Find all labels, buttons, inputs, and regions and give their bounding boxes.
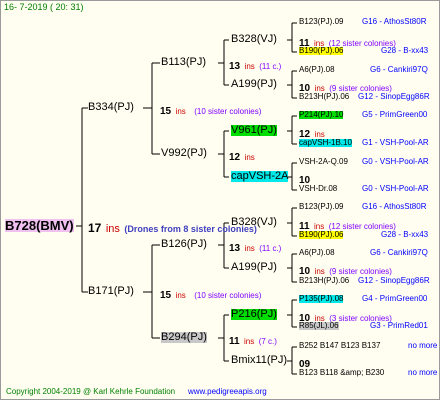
gen4-line-info: G5 - PrimGreen00 — [362, 110, 428, 119]
gen2-ins-word: ins — [244, 153, 255, 162]
root-ins-word: ins — [105, 223, 120, 235]
gen2-sister-note: (7 c.) — [258, 337, 277, 346]
gen3-queen-label[interactable]: V961(PJ) — [231, 125, 277, 136]
gen1-ins-word: ins — [175, 291, 186, 300]
gen2-ins-word: ins — [244, 62, 255, 71]
gen4-line-info: no more — [408, 341, 438, 350]
gen2-ins: 13 ins (11 c.) — [229, 57, 281, 73]
gen4-line-info: G16 - AthosSt80R — [362, 202, 427, 211]
gen1-ins: 15 ins (10 sister colonies) — [160, 102, 261, 118]
gen3-queen-label[interactable]: P216(PJ) — [231, 309, 277, 320]
gen4-ancestor-label[interactable]: P214(PJ).10 — [299, 111, 344, 119]
gen2-ins-number: 11 — [229, 336, 240, 347]
gen4-ancestor-label[interactable]: P135(PJ).08 — [299, 295, 344, 303]
gen2-queen-label[interactable]: B294(PJ) — [161, 332, 207, 343]
gen4-ancestor-label[interactable]: capVSH-1B.10 — [299, 139, 352, 147]
gen4-ancestor-label[interactable]: B252 B147 B123 B137 — [299, 342, 380, 350]
gen4-line-info: G3 - PrimRed01 — [370, 321, 428, 330]
gen2-ins-word: ins — [244, 244, 255, 253]
gen4-ancestor-label[interactable]: B213H(PJ).06 — [299, 277, 349, 285]
gen4-line-info: G4 - PrimGreen00 — [362, 294, 428, 303]
gen2-ins-number: 12 — [229, 152, 241, 163]
gen3-queen-label[interactable]: A199(PJ) — [231, 262, 277, 273]
gen4-line-info: G28 - B-xx43 — [381, 46, 429, 55]
gen1-sister-note: (10 sister colonies) — [194, 107, 262, 116]
website-link[interactable]: www.pedigreeapis.org — [188, 388, 267, 396]
gen1-sister-note: (10 sister colonies) — [194, 291, 262, 300]
gen1-queen-label[interactable]: B171(PJ) — [88, 286, 134, 297]
gen4-line-info: G12 - SinopEgg86R — [358, 92, 430, 101]
pedigree-lines — [76, 22, 297, 375]
gen4-ancestor-label[interactable]: VSH-2A-Q.09 — [299, 158, 348, 166]
gen4-ancestor-label[interactable]: B190(PJ).06 — [299, 47, 344, 55]
gen3-queen-label[interactable]: B328(VJ) — [231, 34, 277, 45]
gen4-ancestor-label[interactable]: B123 B118 &amp; B230 — [299, 369, 384, 377]
gen3-queen-label[interactable]: A199(PJ) — [231, 79, 277, 90]
gen4-line-info: G0 - VSH-Pool-AR — [362, 157, 429, 166]
gen4-ancestor-label[interactable]: B123(PJ).09 — [299, 203, 343, 211]
gen4-line-info: no more — [408, 368, 438, 377]
gen2-sister-note: (11 c.) — [259, 244, 282, 253]
gen4-line-info: G1 - VSH-Pool-AR — [362, 138, 429, 147]
copyright-text: Copyright 2004-2019 @ Karl Kehrle Founda… — [6, 387, 176, 396]
gen2-ins-word: ins — [244, 337, 255, 346]
gen2-queen-label[interactable]: B126(PJ) — [161, 239, 207, 250]
gen4-line-info: G12 - SinopEgg86R — [358, 276, 430, 285]
gen4-line-info: G6 - Cankiri97Q — [370, 248, 428, 257]
gen2-ins: 11 ins (7 c.) — [229, 332, 277, 348]
gen1-ins-number: 15 — [160, 290, 172, 301]
gen3-ins-word: ins — [314, 267, 325, 276]
report-date: 16- 7-2019 ( 20: 31) — [4, 2, 84, 12]
gen2-ins: 13 ins (11 c.) — [229, 239, 281, 255]
gen4-ancestor-label[interactable]: B123(PJ).09 — [299, 18, 343, 26]
gen3-queen-label[interactable]: B328(VJ) — [231, 217, 277, 228]
gen2-sister-note: (11 c.) — [259, 62, 282, 71]
gen4-ancestor-label[interactable]: R85(JL).06 — [299, 322, 339, 330]
root-queen-label[interactable]: B728(BMV) — [5, 219, 74, 232]
gen4-ancestor-label[interactable]: A6(PJ).08 — [299, 66, 335, 74]
gen1-queen-label[interactable]: B334(PJ) — [88, 102, 134, 113]
gen4-ancestor-label[interactable]: A6(PJ).08 — [299, 249, 335, 257]
gen2-ins-number: 13 — [229, 61, 241, 72]
gen4-line-info: G28 - B-xx43 — [381, 230, 429, 239]
gen3-queen-label[interactable]: capVSH-2A — [231, 171, 289, 182]
gen2-queen-label[interactable]: B113(PJ) — [161, 57, 206, 68]
gen4-ancestor-label[interactable]: VSH-Dr.08 — [299, 185, 337, 193]
gen4-ancestor-label[interactable]: B213H(PJ).06 — [299, 93, 349, 101]
gen1-ins: 15 ins (10 sister colonies) — [160, 286, 261, 302]
gen4-ancestor-label[interactable]: B190(PJ).06 — [299, 231, 344, 239]
gen2-ins: 12 ins — [229, 148, 255, 164]
gen2-ins-number: 13 — [229, 243, 241, 254]
gen4-line-info: G0 - VSH-Pool-AR — [362, 184, 429, 193]
gen4-line-info: G16 - AthosSt80R — [362, 17, 427, 26]
gen4-line-info: G6 - Cankiri97Q — [370, 65, 428, 74]
gen3-sister-note: (9 sister colonies) — [329, 267, 392, 276]
gen3-queen-label[interactable]: Bmix11(PJ) — [231, 355, 287, 366]
gen1-ins-word: ins — [175, 107, 186, 116]
gen1-ins-number: 15 — [160, 106, 172, 117]
root-ins-number: 17 — [88, 221, 102, 235]
gen2-queen-label[interactable]: V992(PJ) — [161, 148, 207, 159]
